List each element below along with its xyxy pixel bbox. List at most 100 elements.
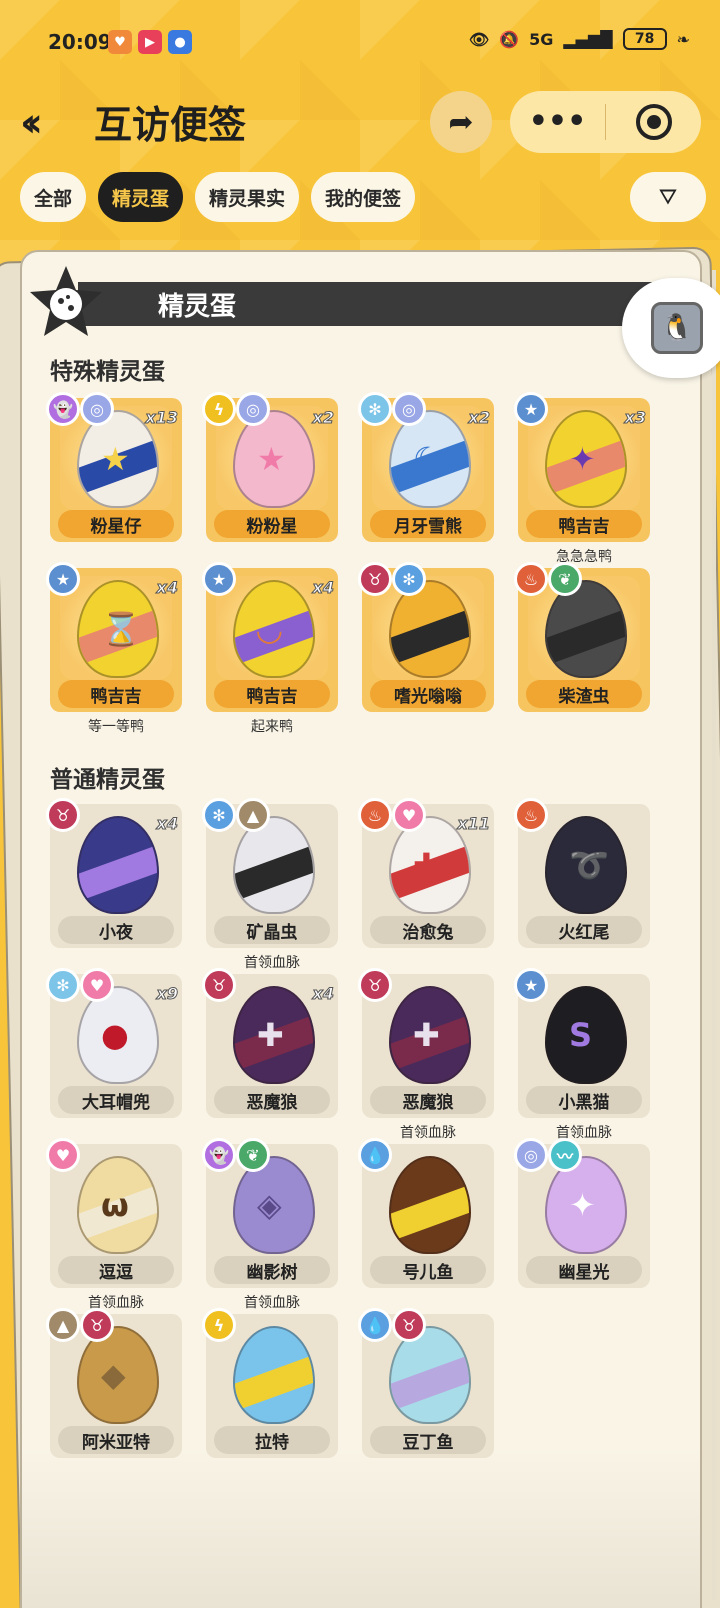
egg-pattern: ◈ — [257, 1186, 282, 1224]
demon-icon: ♉ — [358, 562, 392, 596]
fire-icon: ♨ — [358, 798, 392, 832]
close-target-button[interactable] — [606, 104, 701, 140]
special-eggs-title: 特殊精灵蛋 — [50, 359, 165, 385]
heart-icon: ♥ — [80, 968, 114, 1002]
spiral-icon: ◎ — [80, 392, 114, 426]
egg-card[interactable]: 💧 ♉ 豆丁鱼 — [358, 1308, 494, 1458]
egg-band — [235, 839, 313, 903]
egg-panel: 精灵蛋 特殊精灵蛋 ★ 👻 ◎ x13 粉星仔 ★ ϟ ◎ x2 粉粉星 ☾ ✻ ◎ x2 月牙雪熊 ✦ ★ x3… — [20, 250, 702, 1608]
egg-card[interactable]: 💧 号儿鱼 — [358, 1138, 494, 1288]
normal-eggs-title: 普通精灵蛋 — [50, 767, 165, 793]
egg-name: 豆丁鱼 — [370, 1426, 486, 1454]
egg-count: x4 — [312, 984, 334, 1004]
share-button[interactable]: ➦ — [430, 91, 492, 153]
target-icon — [635, 104, 672, 140]
panel-shade — [22, 1448, 700, 1608]
ghost-icon: 👻 — [46, 392, 80, 426]
egg-name: 逗逗 — [58, 1256, 174, 1284]
tab-my-notes[interactable]: 我的便签 — [311, 172, 416, 222]
egg-card[interactable]: ◆ ▲ ♉ 阿米亚特 — [46, 1308, 182, 1458]
egg-count: x9 — [156, 984, 178, 1004]
scrollbar[interactable] — [712, 270, 716, 1600]
egg-count: x11 — [457, 814, 491, 834]
double-chevron-left-icon[interactable]: ‹‹ — [20, 100, 43, 146]
egg-card[interactable]: ✚ ♉ x4 恶魔狼 — [202, 968, 338, 1118]
egg-card[interactable]: ϟ 拉特 — [202, 1308, 338, 1458]
spiral-icon: ◎ — [236, 392, 270, 426]
star-icon: ★ — [46, 562, 80, 596]
egg-band — [547, 603, 625, 667]
wing-icon: 〰 — [548, 1138, 582, 1172]
demon-icon: ♉ — [358, 968, 392, 1002]
egg-count: x2 — [312, 408, 334, 428]
egg-card[interactable]: ◈ 👻 ❦ 幽影树 — [202, 1138, 338, 1288]
tab-all[interactable]: 全部 — [20, 172, 87, 222]
egg-name: 月牙雪熊 — [370, 510, 486, 538]
egg-name: 小夜 — [58, 916, 174, 944]
egg-card[interactable]: ★ ϟ ◎ x2 粉粉星 — [202, 392, 338, 542]
egg-pattern: ✚ — [413, 846, 440, 884]
tab-fruits[interactable]: 精灵果实 — [195, 172, 300, 222]
fire-icon: ♨ — [514, 562, 548, 596]
egg-name: 小黑猫 — [526, 1086, 642, 1114]
snowflake-icon: ✻ — [46, 968, 80, 1002]
egg-pattern: ⌛ — [101, 610, 141, 648]
egg-card[interactable]: ♉ x4 小夜 — [46, 798, 182, 948]
egg-card[interactable]: ✚ ♉ 恶魔狼 — [358, 968, 494, 1118]
egg-pattern: ● — [101, 1016, 129, 1054]
snowflake-icon: ✻ — [202, 798, 236, 832]
egg-card[interactable]: ● ✻ ♥ x9 大耳帽兜 — [46, 968, 182, 1118]
egg-card[interactable]: ✻ ▲ 矿晶虫 — [202, 798, 338, 948]
eye-icon: 👁 — [468, 29, 490, 49]
egg-card[interactable]: ➰ ♨ 火红尾 — [514, 798, 650, 948]
egg-card[interactable]: ☾ ✻ ◎ x2 月牙雪熊 — [358, 392, 494, 542]
egg-pattern: ★ — [101, 440, 130, 478]
more-button[interactable]: ••• — [510, 107, 605, 137]
lightning-icon: ϟ — [202, 1308, 236, 1342]
mountain-icon: ▲ — [46, 1308, 80, 1342]
mini-program-capsule: ••• — [510, 91, 701, 153]
egg-pattern: S — [569, 1016, 593, 1054]
egg-subtitle: 起来鸭 — [251, 719, 293, 735]
egg-card[interactable]: ✦ ★ x3 鸭吉吉 — [514, 392, 650, 542]
battery-icon: 78 — [622, 28, 667, 50]
egg-card[interactable]: S ★ 小黑猫 — [514, 968, 650, 1118]
ghost-icon: 👻 — [202, 1138, 236, 1172]
egg-card[interactable]: ♨ ❦ 柴渣虫 — [514, 562, 650, 712]
leaf-icon: ❦ — [236, 1138, 270, 1172]
egg-card[interactable]: ★ 👻 ◎ x13 粉星仔 — [46, 392, 182, 542]
egg-card[interactable]: ⌛ ★ x4 鸭吉吉 — [46, 562, 182, 712]
star-icon: ★ — [514, 392, 548, 426]
filter-tabs: 全部 精灵蛋 精灵果实 我的便签 — [20, 172, 416, 222]
egg-pattern: ★ — [257, 440, 286, 478]
floating-avatar-button[interactable]: 🐧 — [622, 278, 720, 378]
lightning-icon: ϟ — [202, 392, 236, 426]
egg-band — [391, 603, 469, 667]
status-bar: 20:09 ♥ ▶ ● 👁 🔕 5G ▂▄▆█ 78 ❧ — [0, 0, 720, 84]
circle-app-icon: ● — [168, 30, 192, 54]
egg-name: 嗜光嗡嗡 — [370, 680, 486, 708]
tab-eggs[interactable]: 精灵蛋 — [98, 172, 184, 222]
egg-card[interactable]: ✦ ◎ 〰幽星光 — [514, 1138, 650, 1288]
egg-name: 火红尾 — [526, 916, 642, 944]
section-banner: 精灵蛋 — [78, 282, 700, 326]
egg-pattern: ✦ — [569, 1186, 596, 1224]
egg-card[interactable]: ω ♥ 逗逗 — [46, 1138, 182, 1288]
egg-pattern: ☾ — [413, 440, 442, 478]
egg-card[interactable]: ◡ ★ x4 鸭吉吉 — [202, 562, 338, 712]
spiral-icon: ◎ — [392, 392, 426, 426]
egg-pattern: ω — [101, 1186, 129, 1224]
egg-card[interactable]: ✚ ♨ ♥ x11 治愈兔 — [358, 798, 494, 948]
signal-icon: ▂▄▆█ — [563, 29, 613, 49]
egg-count: x2 — [468, 408, 490, 428]
filter-button[interactable]: ⛛ — [630, 172, 706, 222]
egg-band — [391, 1179, 469, 1243]
heart-icon: ♥ — [392, 798, 426, 832]
egg-name: 鸭吉吉 — [526, 510, 642, 538]
egg-card[interactable]: ♉ ✻ 嗜光嗡嗡 — [358, 562, 494, 712]
egg-name: 粉星仔 — [58, 510, 174, 538]
water-icon: 💧 — [358, 1308, 392, 1342]
egg-name: 拉特 — [214, 1426, 330, 1454]
star-badge-icon — [30, 266, 102, 336]
page-title: 互访便签 — [94, 103, 247, 147]
